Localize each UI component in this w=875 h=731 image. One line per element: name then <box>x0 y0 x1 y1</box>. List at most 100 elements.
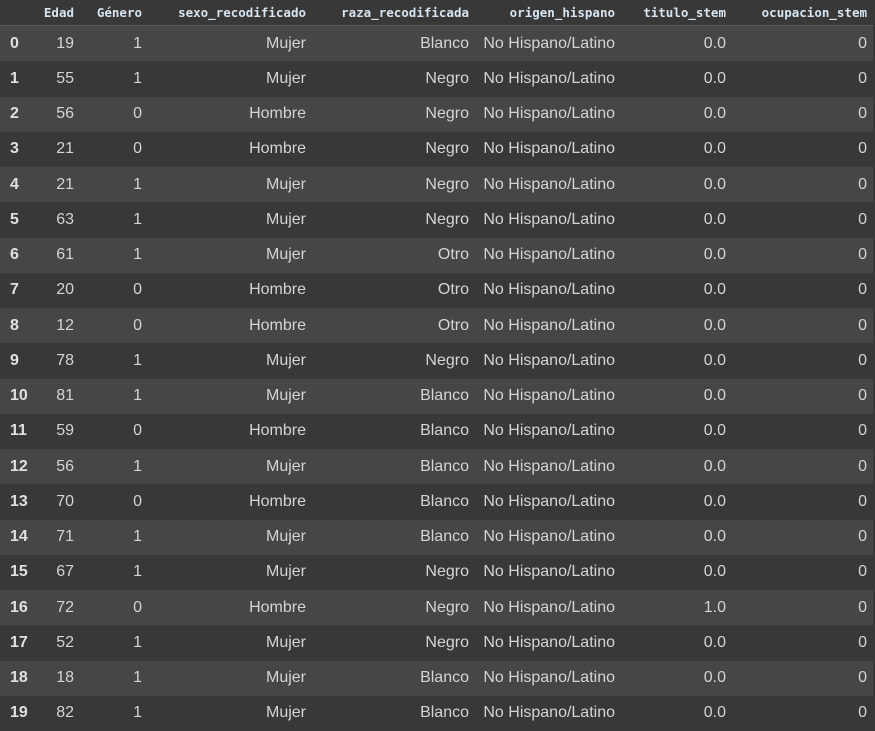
cell-origen-hispano: No Hispano/Latino <box>475 413 621 449</box>
cell-ocupacion-stem: 0 <box>732 413 873 449</box>
column-header-titulo-stem: titulo_stem <box>621 0 732 26</box>
table-row: 10 81 1 Mujer Blanco No Hispano/Latino 0.0 0 <box>0 378 873 414</box>
cell-ocupacion-stem: 0 <box>732 519 873 555</box>
cell-genero: 1 <box>80 554 148 590</box>
column-header-ocupacion-stem: ocupacion_stem <box>732 0 873 26</box>
table-row: 19 82 1 Mujer Blanco No Hispano/Latino 0.0 0 <box>0 695 873 731</box>
cell-edad: 56 <box>28 449 80 485</box>
cell-edad: 55 <box>28 61 80 97</box>
cell-genero: 0 <box>80 96 148 132</box>
cell-edad: 56 <box>28 96 80 132</box>
table-row: 4 21 1 Mujer Negro No Hispano/Latino 0.0 0 <box>0 167 873 203</box>
cell-raza-recodificada: Otro <box>312 272 475 308</box>
cell-titulo-stem: 1.0 <box>621 590 732 626</box>
cell-genero: 0 <box>80 131 148 167</box>
cell-raza-recodificada: Negro <box>312 554 475 590</box>
row-index: 4 <box>0 167 28 203</box>
cell-edad: 21 <box>28 131 80 167</box>
cell-titulo-stem: 0.0 <box>621 378 732 414</box>
cell-edad: 81 <box>28 378 80 414</box>
cell-raza-recodificada: Blanco <box>312 413 475 449</box>
row-index: 3 <box>0 131 28 167</box>
table-row: 7 20 0 Hombre Otro No Hispano/Latino 0.0 0 <box>0 272 873 308</box>
cell-sexo-recodificado: Hombre <box>148 590 312 626</box>
cell-origen-hispano: No Hispano/Latino <box>475 378 621 414</box>
cell-ocupacion-stem: 0 <box>732 167 873 203</box>
column-header-sexo-recodificado: sexo_recodificado <box>148 0 312 26</box>
table-row: 13 70 0 Hombre Blanco No Hispano/Latino 0.0 0 <box>0 484 873 520</box>
table-header-row: Edad Género sexo_recodificado raza_recodifi… <box>0 0 873 26</box>
cell-genero: 0 <box>80 484 148 520</box>
cell-raza-recodificada: Blanco <box>312 519 475 555</box>
cell-origen-hispano: No Hispano/Latino <box>475 308 621 344</box>
cell-origen-hispano: No Hispano/Latino <box>475 237 621 273</box>
cell-origen-hispano: No Hispano/Latino <box>475 96 621 132</box>
column-header-index <box>0 0 28 26</box>
cell-genero: 1 <box>80 167 148 203</box>
cell-ocupacion-stem: 0 <box>732 625 873 661</box>
cell-titulo-stem: 0.0 <box>621 167 732 203</box>
row-index: 1 <box>0 61 28 97</box>
cell-raza-recodificada: Blanco <box>312 378 475 414</box>
cell-sexo-recodificado: Mujer <box>148 660 312 696</box>
cell-ocupacion-stem: 0 <box>732 378 873 414</box>
cell-edad: 63 <box>28 202 80 238</box>
cell-genero: 1 <box>80 237 148 273</box>
cell-titulo-stem: 0.0 <box>621 625 732 661</box>
row-index: 14 <box>0 519 28 555</box>
cell-raza-recodificada: Negro <box>312 625 475 661</box>
cell-titulo-stem: 0.0 <box>621 131 732 167</box>
cell-genero: 1 <box>80 449 148 485</box>
row-index: 0 <box>0 25 28 62</box>
cell-titulo-stem: 0.0 <box>621 25 732 62</box>
cell-genero: 1 <box>80 25 148 62</box>
table-row: 18 18 1 Mujer Blanco No Hispano/Latino 0.0 0 <box>0 660 873 696</box>
cell-raza-recodificada: Otro <box>312 237 475 273</box>
cell-genero: 1 <box>80 202 148 238</box>
cell-edad: 72 <box>28 590 80 626</box>
table-row: 17 52 1 Mujer Negro No Hispano/Latino 0.0 0 <box>0 625 873 661</box>
table-row: 2 56 0 Hombre Negro No Hispano/Latino 0.0 0 <box>0 96 873 132</box>
table-row: 3 21 0 Hombre Negro No Hispano/Latino 0.0 0 <box>0 131 873 167</box>
table-row: 16 72 0 Hombre Negro No Hispano/Latino 1.0 0 <box>0 590 873 626</box>
cell-edad: 78 <box>28 343 80 379</box>
cell-origen-hispano: No Hispano/Latino <box>475 590 621 626</box>
cell-edad: 21 <box>28 167 80 203</box>
column-header-origen-hispano: origen_hispano <box>475 0 621 26</box>
cell-sexo-recodificado: Mujer <box>148 237 312 273</box>
cell-ocupacion-stem: 0 <box>732 272 873 308</box>
row-index: 19 <box>0 695 28 731</box>
cell-titulo-stem: 0.0 <box>621 484 732 520</box>
table-row: 8 12 0 Hombre Otro No Hispano/Latino 0.0 0 <box>0 308 873 344</box>
cell-sexo-recodificado: Hombre <box>148 413 312 449</box>
table-row: 0 19 1 Mujer Blanco No Hispano/Latino 0.0 0 <box>0 25 873 62</box>
cell-edad: 52 <box>28 625 80 661</box>
cell-titulo-stem: 0.0 <box>621 272 732 308</box>
row-index: 18 <box>0 660 28 696</box>
cell-origen-hispano: No Hispano/Latino <box>475 131 621 167</box>
table-row: 5 63 1 Mujer Negro No Hispano/Latino 0.0 0 <box>0 202 873 238</box>
cell-sexo-recodificado: Mujer <box>148 625 312 661</box>
table-row: 15 67 1 Mujer Negro No Hispano/Latino 0.0 0 <box>0 554 873 590</box>
cell-sexo-recodificado: Mujer <box>148 695 312 731</box>
cell-ocupacion-stem: 0 <box>732 484 873 520</box>
cell-ocupacion-stem: 0 <box>732 131 873 167</box>
cell-raza-recodificada: Blanco <box>312 695 475 731</box>
cell-raza-recodificada: Negro <box>312 131 475 167</box>
row-index: 7 <box>0 272 28 308</box>
cell-origen-hispano: No Hispano/Latino <box>475 449 621 485</box>
cell-sexo-recodificado: Mujer <box>148 202 312 238</box>
row-index: 9 <box>0 343 28 379</box>
cell-sexo-recodificado: Hombre <box>148 272 312 308</box>
cell-raza-recodificada: Negro <box>312 61 475 97</box>
cell-genero: 1 <box>80 660 148 696</box>
column-header-raza-recodificada: raza_recodificada <box>312 0 475 26</box>
cell-sexo-recodificado: Hombre <box>148 484 312 520</box>
cell-genero: 1 <box>80 61 148 97</box>
table-row: 9 78 1 Mujer Negro No Hispano/Latino 0.0 0 <box>0 343 873 379</box>
cell-titulo-stem: 0.0 <box>621 519 732 555</box>
row-index: 5 <box>0 202 28 238</box>
cell-ocupacion-stem: 0 <box>732 96 873 132</box>
cell-ocupacion-stem: 0 <box>732 61 873 97</box>
cell-edad: 19 <box>28 25 80 62</box>
